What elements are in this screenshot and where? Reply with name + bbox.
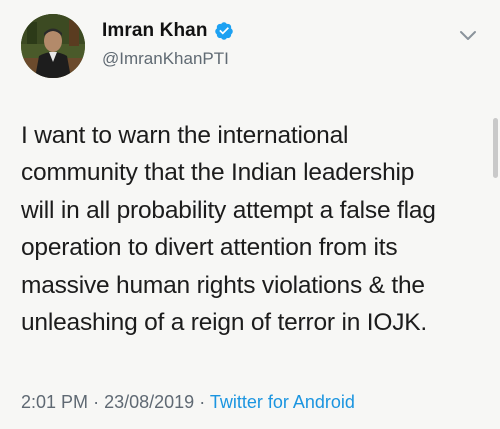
tweet-text-line: will in all probability attempt a false … xyxy=(21,196,436,224)
meta-separator: · xyxy=(199,392,206,412)
tweet-card: Imran Khan @ImranKhanPTI I want to warn … xyxy=(0,0,500,429)
tweet-text-line: I want to warn the international xyxy=(21,122,349,149)
scrollbar[interactable] xyxy=(493,118,498,178)
tweet-text-line: community that the Indian leadership xyxy=(21,159,415,187)
tweet-date[interactable]: 23/08/2019 xyxy=(104,392,194,412)
tweet-text-line: operation to divert attention from its xyxy=(21,234,398,262)
meta-separator: · xyxy=(93,392,100,412)
tweet-text-line: unleashing of a reign of terror in IOJK. xyxy=(21,309,427,337)
author-handle[interactable]: @ImranKhanPTI xyxy=(102,49,234,69)
author-name[interactable]: Imran Khan xyxy=(102,20,208,42)
tweet-header: Imran Khan @ImranKhanPTI xyxy=(102,18,234,69)
tweet-metadata: 2:01 PM · 23/08/2019 · Twitter for Andro… xyxy=(21,392,355,413)
tweet-text-line: massive human rights violations & the xyxy=(21,271,425,299)
tweet-source-link[interactable]: Twitter for Android xyxy=(210,392,355,412)
tweet-time[interactable]: 2:01 PM xyxy=(21,392,88,412)
avatar[interactable] xyxy=(21,14,85,78)
verified-badge-icon xyxy=(214,21,234,41)
tweet-text: I want to warn the international communi… xyxy=(21,117,491,341)
avatar-image xyxy=(21,14,85,78)
chevron-down-icon[interactable] xyxy=(458,29,478,43)
name-row: Imran Khan xyxy=(102,18,234,44)
